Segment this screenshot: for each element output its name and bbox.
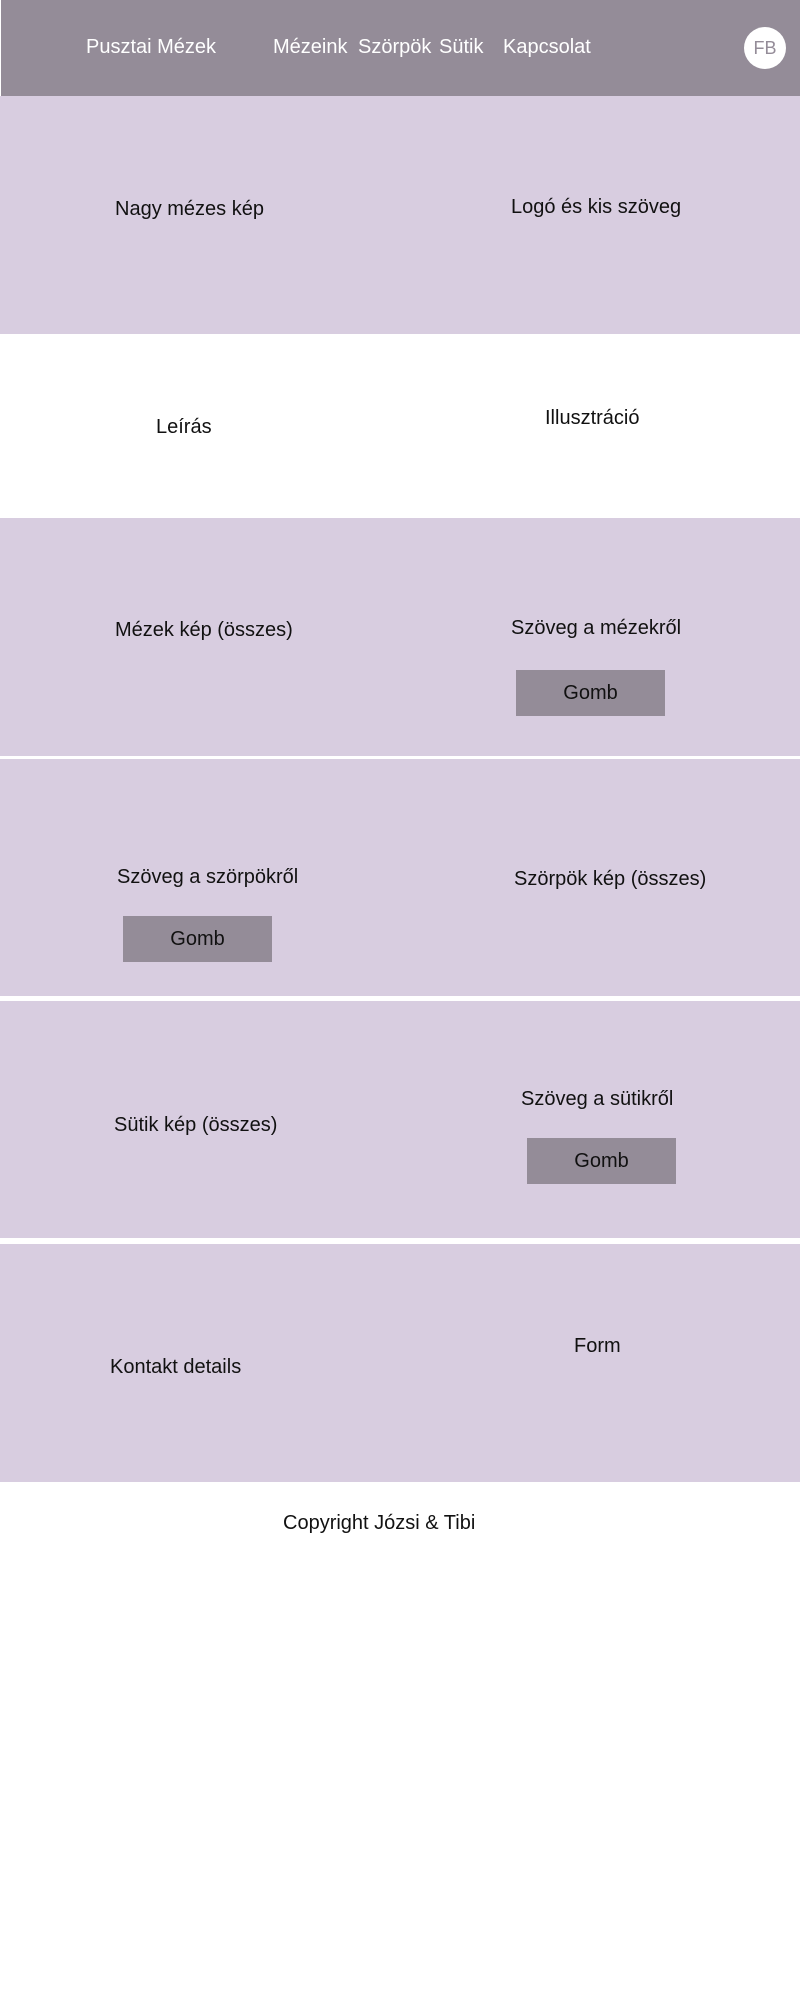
cookies-section: Sütik kép (összes) Szöveg a sütikről Gom… <box>0 1001 800 1238</box>
hero-logo-text-placeholder: Logó és kis szöveg <box>511 196 682 218</box>
site-header: Pusztai Mézek Mézeink Szörpök Sütik Kapc… <box>1 0 800 96</box>
contact-form-placeholder: Form <box>574 1335 621 1357</box>
syrups-image-placeholder: Szörpök kép (összes) <box>514 868 707 890</box>
description-placeholder: Leírás <box>156 416 212 438</box>
contact-details-placeholder: Kontakt details <box>110 1356 242 1378</box>
cookies-text-placeholder: Szöveg a sütikről <box>521 1088 674 1110</box>
hero-section: Nagy mézes kép Logó és kis szöveg <box>0 96 800 334</box>
syrups-button[interactable]: Gomb <box>123 916 272 962</box>
honeys-button[interactable]: Gomb <box>516 670 665 716</box>
facebook-link[interactable]: FB <box>744 27 786 69</box>
footer: Copyright Józsi & Tibi <box>0 1482 800 2000</box>
nav-kapcsolat[interactable]: Kapcsolat <box>503 36 591 59</box>
copyright-text: Copyright Józsi & Tibi <box>283 1512 476 1534</box>
syrups-section: Szöveg a szörpökről Gomb Szörpök kép (ös… <box>0 759 800 996</box>
cookies-button[interactable]: Gomb <box>527 1138 676 1184</box>
contact-section: Kontakt details Form <box>0 1244 800 1482</box>
page: Pusztai Mézek Mézeink Szörpök Sütik Kapc… <box>0 0 800 2000</box>
about-section: Leírás Illusztráció <box>0 334 800 518</box>
cookies-image-placeholder: Sütik kép (összes) <box>114 1114 278 1136</box>
syrups-text-placeholder: Szöveg a szörpökről <box>117 866 299 888</box>
nav-mezeink[interactable]: Mézeink <box>273 36 347 59</box>
honeys-text-placeholder: Szöveg a mézekről <box>511 617 682 639</box>
nav-szorpok[interactable]: Szörpök <box>358 36 431 59</box>
hero-image-placeholder: Nagy mézes kép <box>115 198 264 220</box>
illustration-placeholder: Illusztráció <box>545 407 640 429</box>
honeys-section: Mézek kép (összes) Szöveg a mézekről Gom… <box>0 518 800 756</box>
honeys-image-placeholder: Mézek kép (összes) <box>115 619 293 641</box>
nav-sutik[interactable]: Sütik <box>439 36 483 59</box>
brand-logo-text[interactable]: Pusztai Mézek <box>86 36 216 59</box>
